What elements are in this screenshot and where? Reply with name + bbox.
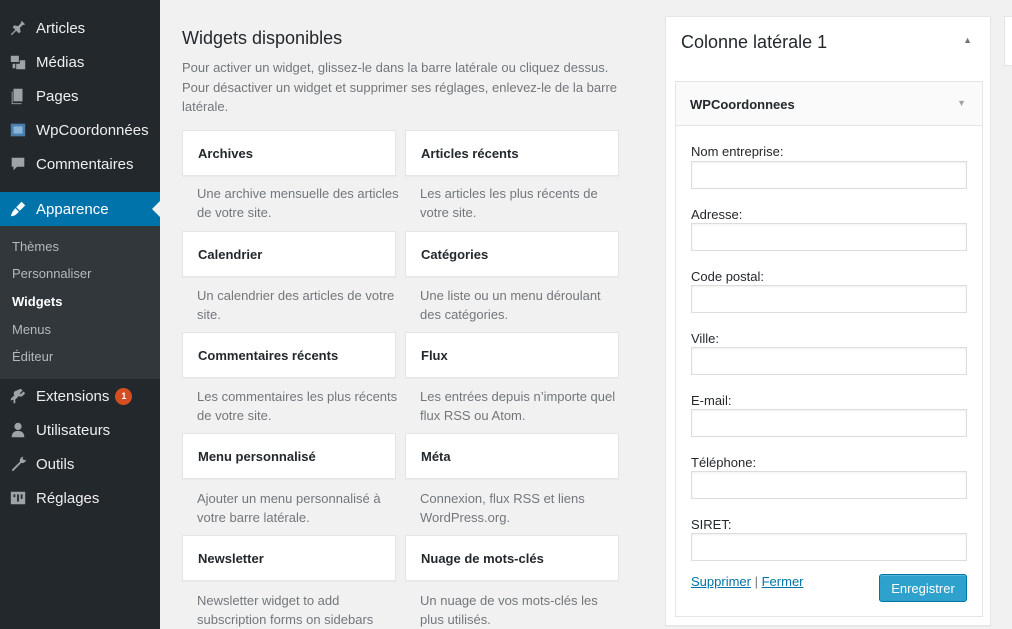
- sidebar-item-label: Extensions: [36, 387, 110, 405]
- widget-title: Menu personnalisé: [198, 448, 316, 464]
- sidebar-column-panel: Colonne latérale 1 ▲ WPCoordonnees ▼ Nom…: [665, 16, 991, 626]
- code-postal-input[interactable]: [691, 285, 967, 313]
- field-label: Téléphone:: [691, 455, 757, 470]
- field-label: Code postal:: [691, 269, 764, 284]
- sidebar-item-medias[interactable]: Médias: [0, 45, 160, 79]
- email-input[interactable]: [691, 409, 967, 437]
- widget-title: Calendrier: [198, 246, 263, 262]
- appearance-icon: [0, 200, 36, 218]
- next-sidebar-panel-edge: [1004, 16, 1012, 66]
- widget-description: Une liste ou un menu déroulant des catég…: [420, 288, 601, 322]
- sidebar-item-commentaires[interactable]: Commentaires: [0, 147, 160, 181]
- field-label: Adresse:: [691, 207, 743, 222]
- sidebar-item-label: Articles: [36, 19, 86, 37]
- pages-icon: [0, 87, 36, 105]
- widget-articles-recents[interactable]: Articles récents: [405, 130, 619, 176]
- telephone-input[interactable]: [691, 471, 967, 499]
- sidebar-item-label: Apparence: [36, 200, 109, 218]
- widget-commentaires-recents[interactable]: Commentaires récents: [182, 332, 396, 378]
- sidebar-item-extensions[interactable]: Extensions 1: [0, 379, 160, 413]
- users-icon: [0, 421, 36, 439]
- settings-icon: [0, 489, 36, 507]
- open-widget-wpcoordonnees: WPCoordonnees ▼ Nom entreprise: Adresse:…: [675, 81, 983, 617]
- sidebar-item-reglages[interactable]: Réglages: [0, 481, 160, 515]
- media-icon: [0, 53, 36, 71]
- ville-input[interactable]: [691, 347, 967, 375]
- submenu-menus[interactable]: Menus: [12, 322, 51, 337]
- widget-control-actions: Supprimer | Fermer: [691, 574, 804, 589]
- widget-title: Nuage de mots-clés: [421, 550, 544, 566]
- sidebar-item-utilisateurs[interactable]: Utilisateurs: [0, 413, 160, 447]
- widget-title: Commentaires récents: [198, 347, 339, 363]
- submenu-personnaliser[interactable]: Personnaliser: [12, 266, 92, 281]
- adresse-input[interactable]: [691, 223, 967, 251]
- widget-title: Articles récents: [421, 145, 519, 161]
- field-label: Nom entreprise:: [691, 144, 784, 159]
- widget-description: Une archive mensuelle des articles de vo…: [197, 186, 399, 220]
- sidebar-item-label: Pages: [36, 87, 79, 105]
- widget-title: Archives: [198, 145, 253, 161]
- submenu-editeur[interactable]: Éditeur: [12, 349, 53, 364]
- admin-sidebar: Articles Médias Pages WpCoordonnées Comm…: [0, 0, 160, 629]
- widget-description: Newsletter widget to add subscription fo…: [197, 593, 374, 627]
- expand-arrow-icon[interactable]: ▼: [957, 98, 966, 108]
- sidebar-column-title[interactable]: Colonne latérale 1: [681, 32, 827, 53]
- widget-calendrier[interactable]: Calendrier: [182, 231, 396, 277]
- widget-title: Méta: [421, 448, 451, 464]
- sidebar-item-outils[interactable]: Outils: [0, 447, 160, 481]
- appearance-submenu: Thèmes Personnaliser Widgets Menus Édite…: [0, 226, 160, 379]
- widget-categories[interactable]: Catégories: [405, 231, 619, 277]
- siret-input[interactable]: [691, 533, 967, 561]
- widget-title: Newsletter: [198, 550, 264, 566]
- sidebar-item-label: Commentaires: [36, 155, 134, 173]
- nom-entreprise-input[interactable]: [691, 161, 967, 189]
- collapse-arrow-icon[interactable]: ▲: [963, 35, 972, 45]
- sidebar-item-label: Réglages: [36, 489, 100, 507]
- update-count-badge: 1: [115, 387, 133, 405]
- widget-flux[interactable]: Flux: [405, 332, 619, 378]
- widget-description: Les commentaires les plus récents de vot…: [197, 389, 398, 423]
- separator: |: [754, 574, 758, 589]
- submenu-themes[interactable]: Thèmes: [12, 239, 59, 254]
- delete-link[interactable]: Supprimer: [691, 574, 751, 589]
- sidebar-item-label: WpCoordonnées: [36, 121, 149, 139]
- sidebar-item-wpcoordonnees[interactable]: WpCoordonnées: [0, 113, 160, 147]
- plugins-icon: [0, 387, 36, 405]
- tools-icon: [0, 455, 36, 473]
- field-label: E-mail:: [691, 393, 732, 408]
- sidebar-item-apparence[interactable]: Apparence: [0, 192, 160, 226]
- sidebar-item-label: Médias: [36, 53, 85, 71]
- widget-title: Flux: [421, 347, 448, 363]
- sidebar-item-articles[interactable]: Articles: [0, 11, 160, 45]
- pin-icon: [0, 19, 36, 37]
- widget-title: WPCoordonnees: [690, 97, 795, 112]
- widget-nuage-mots-cles[interactable]: Nuage de mots-clés: [405, 535, 619, 581]
- sidebar-item-pages[interactable]: Pages: [0, 79, 160, 113]
- widget-meta[interactable]: Méta: [405, 433, 619, 479]
- widget-description: Les entrées depuis n’importe quel flux R…: [420, 389, 616, 423]
- coordonnees-icon: [0, 121, 36, 139]
- available-widgets-description: Pour activer un widget, glissez-le dans …: [182, 60, 618, 114]
- sidebar-item-label: Utilisateurs: [36, 421, 111, 439]
- save-button[interactable]: Enregistrer: [879, 574, 967, 602]
- widget-description: Un nuage de vos mots-clés les plus utili…: [420, 593, 598, 627]
- widget-archives[interactable]: Archives: [182, 130, 396, 176]
- field-label: SIRET:: [691, 517, 732, 532]
- widget-title: Catégories: [421, 246, 489, 262]
- widget-menu-personnalise[interactable]: Menu personnalisé: [182, 433, 396, 479]
- widget-description: Les articles les plus récents de votre s…: [420, 186, 598, 220]
- comments-icon: [0, 155, 36, 173]
- available-widgets-heading: Widgets disponibles: [182, 28, 343, 48]
- widget-header[interactable]: WPCoordonnees ▼: [676, 82, 982, 126]
- close-link[interactable]: Fermer: [762, 574, 804, 589]
- sidebar-item-label: Outils: [36, 455, 75, 473]
- widget-description: Un calendrier des articles de votre site…: [197, 288, 395, 322]
- widget-description: Connexion, flux RSS et liens WordPress.o…: [420, 491, 585, 525]
- field-label: Ville:: [691, 331, 719, 346]
- widget-description: Ajouter un menu personnalisé à votre bar…: [197, 491, 381, 525]
- submenu-widgets[interactable]: Widgets: [12, 294, 62, 309]
- widget-newsletter[interactable]: Newsletter: [182, 535, 396, 581]
